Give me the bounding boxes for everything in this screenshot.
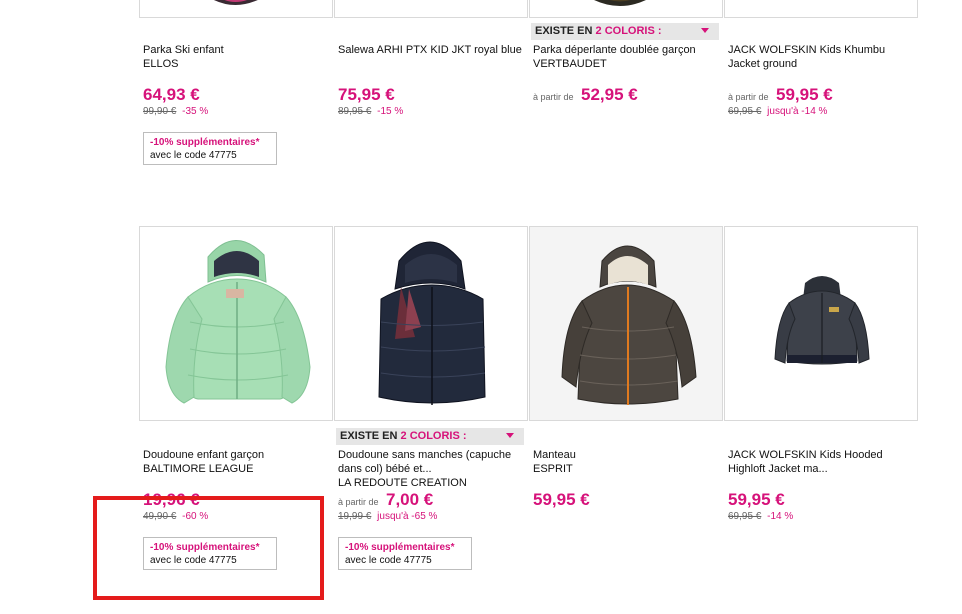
- colors-label: EXISTE EN: [535, 25, 593, 37]
- colors-selector[interactable]: EXISTE EN 2 COLORIS :: [336, 428, 524, 445]
- product-name[interactable]: Salewa ARHI PTX KID JKT royal blue: [338, 44, 522, 56]
- product-title[interactable]: Doudoune sans manches (capuche dans col)…: [338, 448, 524, 490]
- product-price: 59,95 €: [775, 85, 833, 104]
- product-title[interactable]: Parka déperlante doublée garçon VERTBAUD…: [533, 43, 719, 71]
- product-image[interactable]: [724, 226, 918, 421]
- product-brand: BALTIMORE LEAGUE: [143, 463, 254, 475]
- price-row: à partir de 52,95 €: [533, 85, 638, 105]
- old-price-row: 89,95 € -15 %: [338, 106, 403, 117]
- product-price: 59,95 €: [728, 490, 785, 509]
- colors-count: 2 COLORIS :: [595, 25, 662, 37]
- old-price: 69,95 €: [728, 106, 762, 117]
- product-brand: ELLOS: [143, 58, 179, 70]
- product-price: 7,00 €: [385, 490, 434, 509]
- promo-code-line: avec le code 47775: [345, 555, 432, 566]
- price-row: à partir de 7,00 €: [338, 490, 433, 510]
- product-name[interactable]: Parka déperlante doublée garçon: [533, 44, 696, 56]
- from-label: à partir de: [338, 497, 379, 507]
- dropdown-arrow-icon[interactable]: [701, 28, 709, 33]
- old-price-row: 99,90 € -35 %: [143, 106, 208, 117]
- product-title[interactable]: Salewa ARHI PTX KID JKT royal blue: [338, 43, 524, 57]
- product-name[interactable]: Parka Ski enfant: [143, 44, 224, 56]
- old-price-row: 19,99 € jusqu'à -65 %: [338, 511, 437, 522]
- product-name[interactable]: JACK WOLFSKIN Kids Hooded Highloft Jacke…: [728, 449, 883, 475]
- product-price: 64,93 €: [143, 85, 200, 104]
- old-price: 89,95 €: [338, 106, 372, 117]
- promo-code-line: avec le code 47775: [150, 150, 237, 161]
- promo-line: -10% supplémentaires*: [150, 137, 260, 148]
- product-image[interactable]: [334, 0, 528, 18]
- product-image[interactable]: [529, 0, 723, 18]
- price-row: 64,93 €: [143, 85, 200, 105]
- promo-box: -10% supplémentaires* avec le code 47775: [143, 132, 277, 165]
- product-image[interactable]: [334, 226, 528, 421]
- product-name[interactable]: Manteau: [533, 449, 576, 461]
- product-image[interactable]: [529, 226, 723, 421]
- highlight-box: [93, 496, 324, 600]
- product-name[interactable]: Doudoune enfant garçon: [143, 449, 264, 461]
- price-row: 59,95 €: [533, 490, 590, 510]
- product-image[interactable]: [139, 226, 333, 421]
- price-row: 75,95 €: [338, 85, 395, 105]
- product-title[interactable]: JACK WOLFSKIN Kids Hooded Highloft Jacke…: [728, 448, 914, 476]
- dropdown-arrow-icon[interactable]: [506, 433, 514, 438]
- old-price: 69,95 €: [728, 511, 762, 522]
- promo-box: -10% supplémentaires* avec le code 47775: [338, 537, 472, 570]
- discount: jusqu'à -14 %: [767, 106, 828, 117]
- product-title[interactable]: Parka Ski enfant ELLOS: [143, 43, 329, 71]
- old-price: 19,99 €: [338, 511, 372, 522]
- discount: -14 %: [767, 511, 794, 522]
- product-brand: LA REDOUTE CREATION: [338, 477, 467, 489]
- product-image[interactable]: [139, 0, 333, 18]
- from-label: à partir de: [728, 92, 769, 102]
- price-row: à partir de 59,95 €: [728, 85, 833, 105]
- product-brand: VERTBAUDET: [533, 58, 607, 70]
- price-row: 59,95 €: [728, 490, 785, 510]
- product-name[interactable]: Doudoune sans manches (capuche dans col)…: [338, 449, 511, 475]
- discount: -15 %: [377, 106, 404, 117]
- product-image[interactable]: [724, 0, 918, 18]
- product-price: 52,95 €: [580, 85, 638, 104]
- discount: jusqu'à -65 %: [377, 511, 438, 522]
- colors-count: 2 COLORIS :: [400, 430, 467, 442]
- product-price: 75,95 €: [338, 85, 395, 104]
- product-title[interactable]: Manteau ESPRIT: [533, 448, 719, 476]
- old-price-row: 69,95 € jusqu'à -14 %: [728, 106, 827, 117]
- product-name[interactable]: JACK WOLFSKIN Kids Khumbu Jacket ground: [728, 44, 885, 70]
- product-brand: ESPRIT: [533, 463, 573, 475]
- old-price-row: 69,95 € -14 %: [728, 511, 793, 522]
- promo-line: -10% supplémentaires*: [345, 542, 455, 553]
- discount: -35 %: [182, 106, 209, 117]
- product-title[interactable]: JACK WOLFSKIN Kids Khumbu Jacket ground: [728, 43, 914, 71]
- colors-label: EXISTE EN: [340, 430, 398, 442]
- product-title[interactable]: Doudoune enfant garçon BALTIMORE LEAGUE: [143, 448, 329, 476]
- product-price: 59,95 €: [533, 490, 590, 509]
- colors-selector[interactable]: EXISTE EN 2 COLORIS :: [531, 23, 719, 40]
- old-price: 99,90 €: [143, 106, 177, 117]
- from-label: à partir de: [533, 92, 574, 102]
